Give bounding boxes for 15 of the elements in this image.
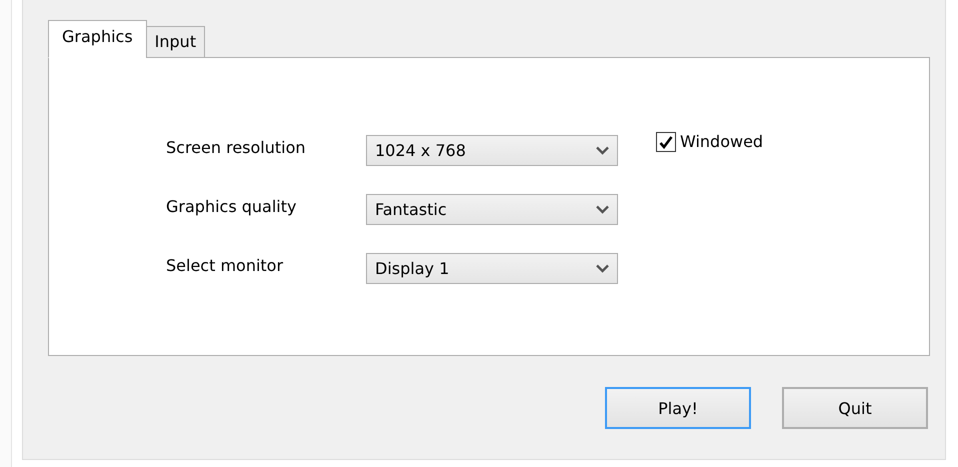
checkbox-label: Windowed bbox=[680, 132, 764, 151]
dropdown[interactable]: Display 1 bbox=[366, 253, 618, 284]
chevron-down-icon bbox=[596, 205, 609, 214]
chevron-down-icon bbox=[596, 264, 609, 273]
dropdown[interactable]: Fantastic bbox=[366, 194, 618, 225]
dropdown[interactable]: 1024 x 768 bbox=[366, 135, 618, 166]
chevron-down-icon bbox=[596, 146, 609, 155]
dialog-button[interactable]: Quit bbox=[782, 387, 928, 429]
tab[interactable]: Input bbox=[146, 26, 206, 58]
setting-label: Select monitor bbox=[166, 256, 284, 275]
setting-label: Graphics quality bbox=[166, 197, 298, 216]
tab[interactable]: Graphics bbox=[48, 20, 147, 58]
setting-label: Screen resolution bbox=[166, 138, 307, 157]
dialog-button[interactable]: Play! bbox=[605, 387, 751, 429]
checkbox[interactable] bbox=[656, 132, 676, 152]
